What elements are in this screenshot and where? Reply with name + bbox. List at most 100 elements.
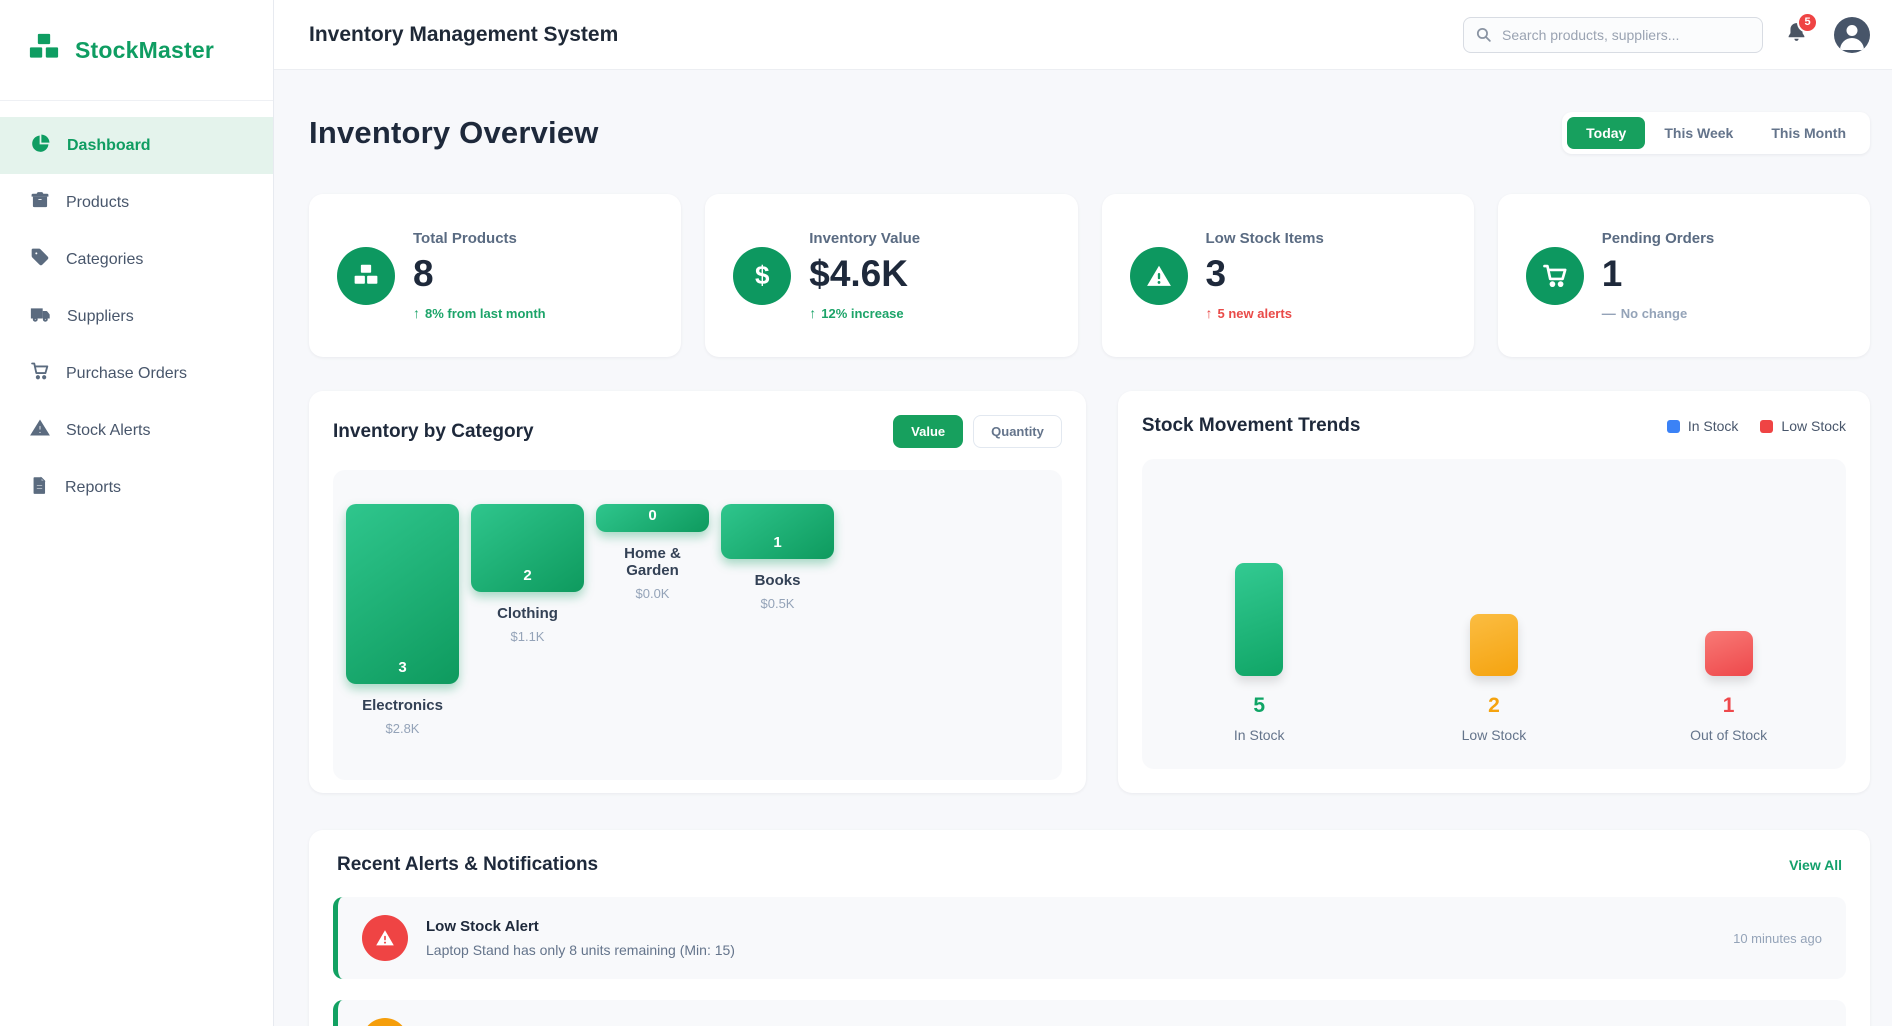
trend-bar[interactable] <box>1705 631 1753 676</box>
sidebar-item-products[interactable]: Products <box>0 174 273 231</box>
chart-title: Stock Movement Trends <box>1142 415 1361 437</box>
trend-column-low-stock: 2 Low Stock <box>1377 459 1612 743</box>
value-toggle-button[interactable]: Value <box>893 415 963 448</box>
stat-trend: ↑5 new alerts <box>1206 305 1324 321</box>
alert-row-low-stock[interactable]: Low Stock Alert Laptop Stand has only 8 … <box>333 897 1846 979</box>
search-box <box>1463 17 1763 53</box>
stats-row: Total Products 8 ↑8% from last month $ I… <box>309 194 1870 357</box>
file-icon <box>30 476 49 500</box>
sidebar-item-suppliers[interactable]: Suppliers <box>0 288 273 345</box>
stat-label: Inventory Value <box>809 230 920 247</box>
chart-legend: In Stock Low Stock <box>1667 418 1846 434</box>
bar-value: 1 <box>773 534 781 559</box>
stat-label: Low Stock Items <box>1206 230 1324 247</box>
category-label: Clothing <box>471 605 584 622</box>
alert-description: Laptop Stand has only 8 units remaining … <box>426 942 1715 958</box>
notifications-button[interactable]: 5 <box>1785 21 1808 49</box>
sidebar-item-label: Products <box>66 195 129 211</box>
chart-title: Inventory by Category <box>333 421 534 443</box>
truck-icon <box>30 304 51 330</box>
stat-label: Pending Orders <box>1602 230 1715 247</box>
trend-value: 1 <box>1723 694 1735 718</box>
stat-value: $4.6K <box>809 254 920 295</box>
sidebar-item-categories[interactable]: Categories <box>0 231 273 288</box>
trend-up-icon: ↑ <box>1206 305 1213 321</box>
legend-in-stock: In Stock <box>1667 418 1739 434</box>
stock-movement-trends-card: Stock Movement Trends In Stock Low Stock <box>1118 391 1870 793</box>
trend-bar[interactable] <box>1470 614 1518 676</box>
category-label: Home & Garden <box>596 545 709 579</box>
trend-label: Out of Stock <box>1690 727 1767 743</box>
sidebar-item-label: Purchase Orders <box>66 366 187 382</box>
category-column-home-garden: 0 Home & Garden $0.0K <box>596 504 709 601</box>
alerts-title: Recent Alerts & Notifications <box>337 854 598 876</box>
trend-column-out-of-stock: 1 Out of Stock <box>1611 459 1846 743</box>
sidebar-item-reports[interactable]: Reports <box>0 459 273 516</box>
alert-triangle-icon <box>1130 247 1188 305</box>
bar-value: 3 <box>398 659 406 684</box>
alert-triangle-icon <box>30 418 50 443</box>
category-bar[interactable]: 1 <box>721 504 834 559</box>
sidebar-nav: Dashboard Products Categories Suppliers … <box>0 101 273 516</box>
stat-label: Total Products <box>413 230 546 247</box>
legend-swatch-red <box>1760 420 1773 433</box>
cart-icon <box>1526 247 1584 305</box>
inventory-by-category-card: Inventory by Category Value Quantity 3 E… <box>309 391 1086 793</box>
category-chart: 3 Electronics $2.8K 2 Clothing $1.1K 0 H… <box>333 470 1062 780</box>
trend-label: Low Stock <box>1462 727 1527 743</box>
boxes-icon <box>337 247 395 305</box>
search-input[interactable] <box>1463 17 1763 53</box>
top-header: Inventory Management System 5 <box>274 0 1892 70</box>
period-this-month-button[interactable]: This Month <box>1752 117 1865 149</box>
sidebar-item-label: Dashboard <box>67 138 151 154</box>
logo: StockMaster <box>0 0 273 101</box>
category-bar[interactable]: 0 <box>596 504 709 532</box>
recent-alerts-card: Recent Alerts & Notifications View All L… <box>309 830 1870 1026</box>
category-value-label: $0.0K <box>596 586 709 601</box>
stat-value: 8 <box>413 254 546 295</box>
period-this-week-button[interactable]: This Week <box>1645 117 1752 149</box>
sidebar-item-label: Reports <box>65 480 121 496</box>
tag-icon <box>30 247 50 272</box>
stat-value: 1 <box>1602 254 1715 295</box>
stat-card-inventory-value: $ Inventory Value $4.6K ↑12% increase <box>705 194 1077 357</box>
bar-value: 2 <box>523 567 531 592</box>
page-header-title: Inventory Management System <box>309 23 1463 47</box>
bell-icon <box>1785 31 1808 48</box>
category-column-books: 1 Books $0.5K <box>721 504 834 611</box>
trends-chart: 5 In Stock 2 Low Stock 1 Out of Stock <box>1142 459 1846 769</box>
legend-low-stock: Low Stock <box>1760 418 1846 434</box>
category-column-clothing: 2 Clothing $1.1K <box>471 504 584 644</box>
alert-title: Low Stock Alert <box>426 918 1715 935</box>
page-title: Inventory Overview <box>309 115 599 151</box>
category-bar[interactable]: 3 <box>346 504 459 684</box>
category-value-label: $1.1K <box>471 629 584 644</box>
sidebar-item-label: Suppliers <box>67 309 134 325</box>
search-icon <box>1475 26 1492 48</box>
stat-card-pending-orders: Pending Orders 1 —No change <box>1498 194 1870 357</box>
trend-value: 5 <box>1253 694 1265 718</box>
legend-swatch-blue <box>1667 420 1680 433</box>
sidebar-item-purchase-orders[interactable]: Purchase Orders <box>0 345 273 402</box>
quantity-toggle-button[interactable]: Quantity <box>973 415 1062 448</box>
sidebar-item-label: Stock Alerts <box>66 423 150 439</box>
user-avatar[interactable] <box>1834 17 1870 53</box>
dashboard-content: Inventory Overview Today This Week This … <box>274 70 1892 1026</box>
category-bar[interactable]: 2 <box>471 504 584 592</box>
alert-triangle-icon <box>362 915 408 961</box>
category-column-electronics: 3 Electronics $2.8K <box>346 504 459 736</box>
notification-badge: 5 <box>1797 12 1818 33</box>
pie-chart-icon <box>30 133 51 159</box>
category-label: Electronics <box>346 697 459 714</box>
view-all-link[interactable]: View All <box>1789 857 1842 873</box>
sidebar-item-stock-alerts[interactable]: Stock Alerts <box>0 402 273 459</box>
boxes-logo-icon <box>26 30 62 71</box>
sidebar-item-dashboard[interactable]: Dashboard <box>0 117 273 174</box>
period-today-button[interactable]: Today <box>1567 117 1645 149</box>
clock-icon <box>362 1018 408 1026</box>
trend-up-icon: ↑ <box>809 305 816 321</box>
trend-bar[interactable] <box>1235 563 1283 676</box>
alert-row-purchase-order[interactable]: Purchase Order Due <box>333 1000 1846 1026</box>
sidebar: StockMaster Dashboard Products Categorie… <box>0 0 274 1026</box>
period-toggle: Today This Week This Month <box>1562 112 1870 154</box>
